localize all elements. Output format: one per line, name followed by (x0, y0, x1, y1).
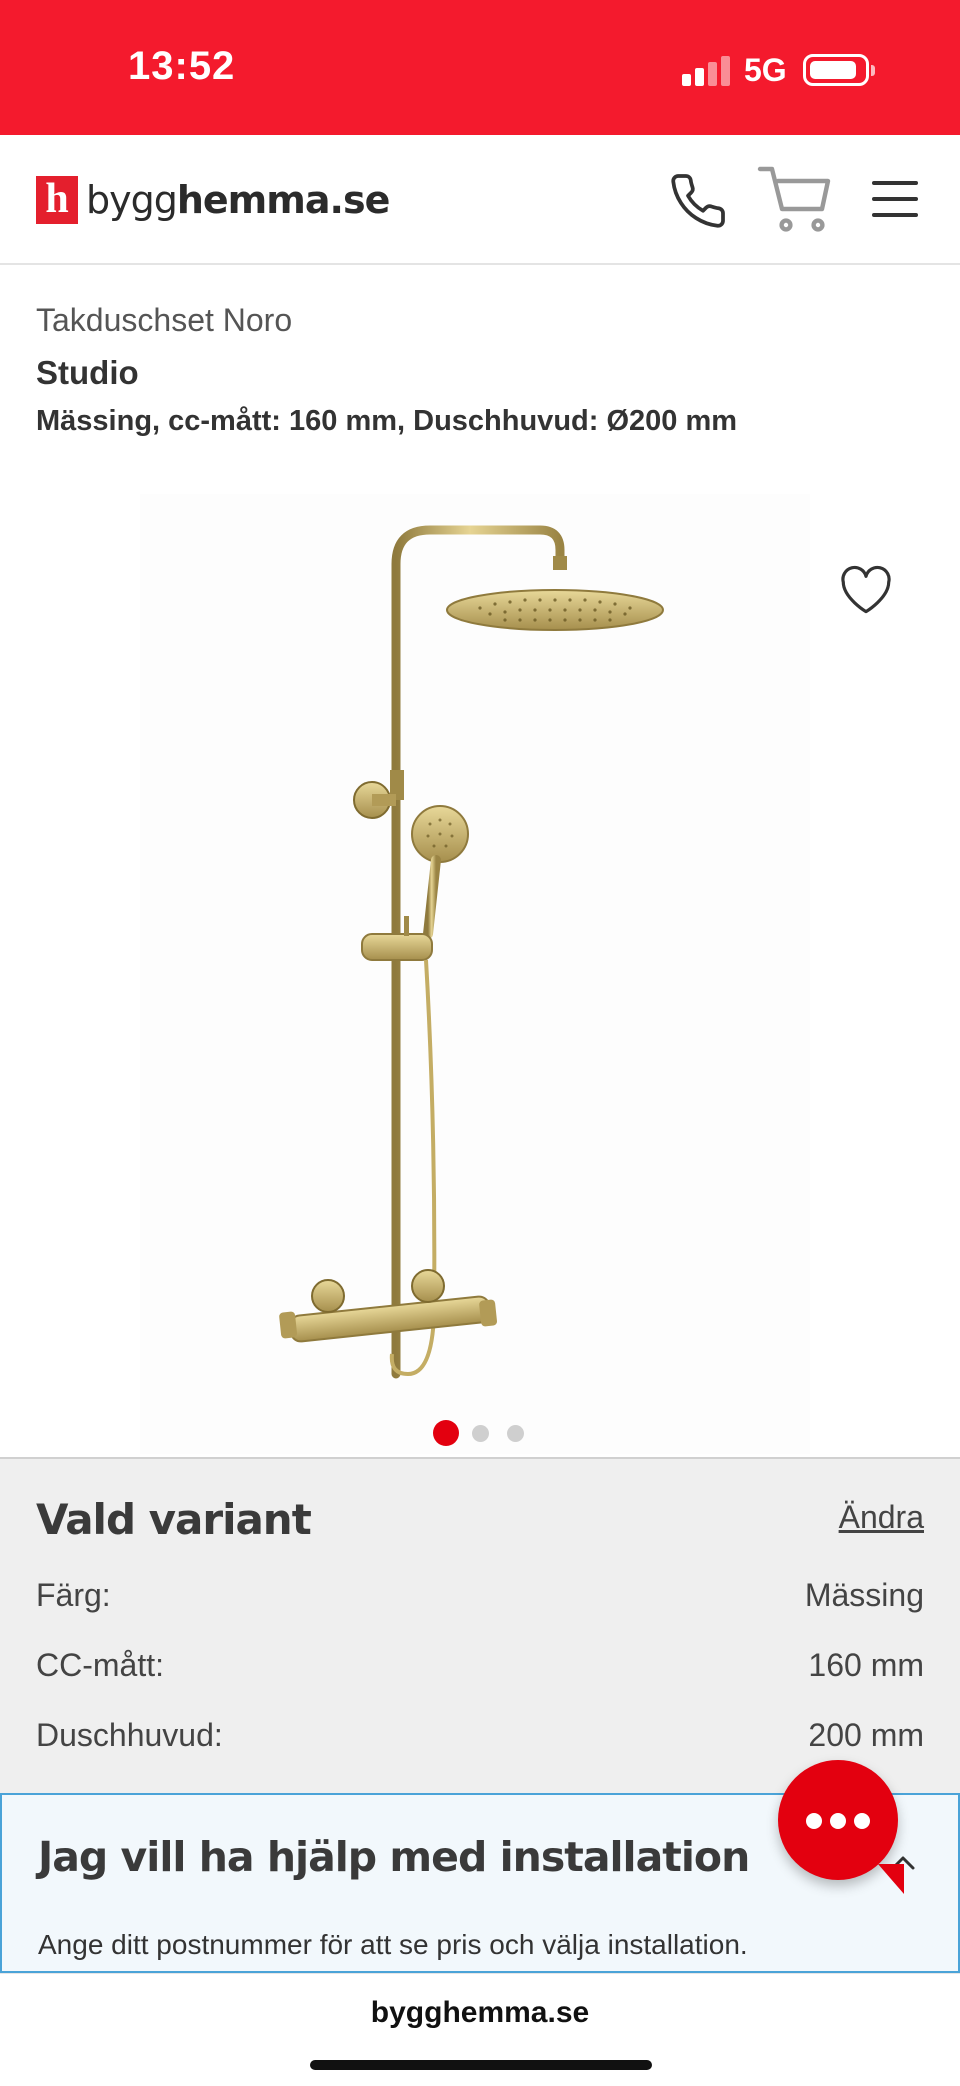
chat-dot (854, 1813, 870, 1829)
logo-text-bygg: bygg (86, 178, 178, 222)
variant-row-value: 200 mm (808, 1717, 924, 1753)
site-logo[interactable]: h bygghemma.se (36, 175, 391, 225)
variant-row-showerhead: Duschhuvud: 200 mm (36, 1717, 924, 1761)
browser-url[interactable]: bygghemma.se (0, 1996, 960, 2030)
status-bar: 13:52 5G (0, 0, 960, 135)
variant-row-label: Färg: (36, 1577, 111, 1613)
installation-description: Ange ditt postnummer för att se pris och… (38, 1929, 748, 1960)
cart-icon[interactable] (756, 163, 832, 235)
chat-dot (830, 1813, 846, 1829)
network-label: 5G (744, 52, 787, 88)
phone-icon[interactable] (668, 171, 728, 231)
installation-title: Jag vill ha hjälp med installation (38, 1833, 750, 1881)
logo-text-domain: .se (329, 178, 391, 222)
image-carousel-dots (0, 1420, 960, 1450)
selected-variant-panel: Vald variant Ändra Färg: Mässing CC-mått… (0, 1457, 960, 1793)
change-variant-link[interactable]: Ändra (839, 1499, 924, 1536)
chat-button[interactable] (778, 1760, 904, 1894)
home-indicator[interactable] (310, 2060, 652, 2070)
site-header: h bygghemma.se (0, 135, 960, 265)
signal-icon (682, 54, 730, 86)
logo-text-hemma: hemma (176, 178, 331, 222)
carousel-dot-1[interactable] (433, 1420, 459, 1446)
variant-row-color: Färg: Mässing (36, 1577, 924, 1621)
chat-bubble-tail (878, 1864, 904, 1894)
carousel-dot-2[interactable] (472, 1425, 489, 1442)
product-brand: Takduschset Noro (36, 302, 293, 338)
variant-row-value: 160 mm (808, 1647, 924, 1683)
product-image[interactable] (140, 494, 810, 1454)
battery-icon (803, 54, 875, 86)
chat-dot (806, 1813, 822, 1829)
carousel-dot-3[interactable] (507, 1425, 524, 1442)
variant-row-label: Duschhuvud: (36, 1717, 223, 1753)
shower-set-illustration (279, 525, 664, 1379)
variant-row-cc: CC-mått: 160 mm (36, 1647, 924, 1691)
variant-row-value: Mässing (804, 1577, 924, 1613)
logo-text: bygghemma.se (86, 178, 391, 222)
wishlist-heart-icon[interactable] (838, 565, 894, 615)
variant-title: Vald variant (36, 1495, 312, 1544)
product-name: Studio (36, 354, 139, 391)
menu-icon[interactable] (872, 179, 918, 219)
product-spec: Mässing, cc-mått: 160 mm, Duschhuvud: Ø2… (36, 405, 738, 437)
variant-row-label: CC-mått: (36, 1647, 164, 1683)
logo-mark: h (36, 176, 78, 224)
browser-address-bar[interactable]: bygghemma.se (0, 1973, 960, 2086)
status-time: 13:52 (128, 44, 236, 88)
